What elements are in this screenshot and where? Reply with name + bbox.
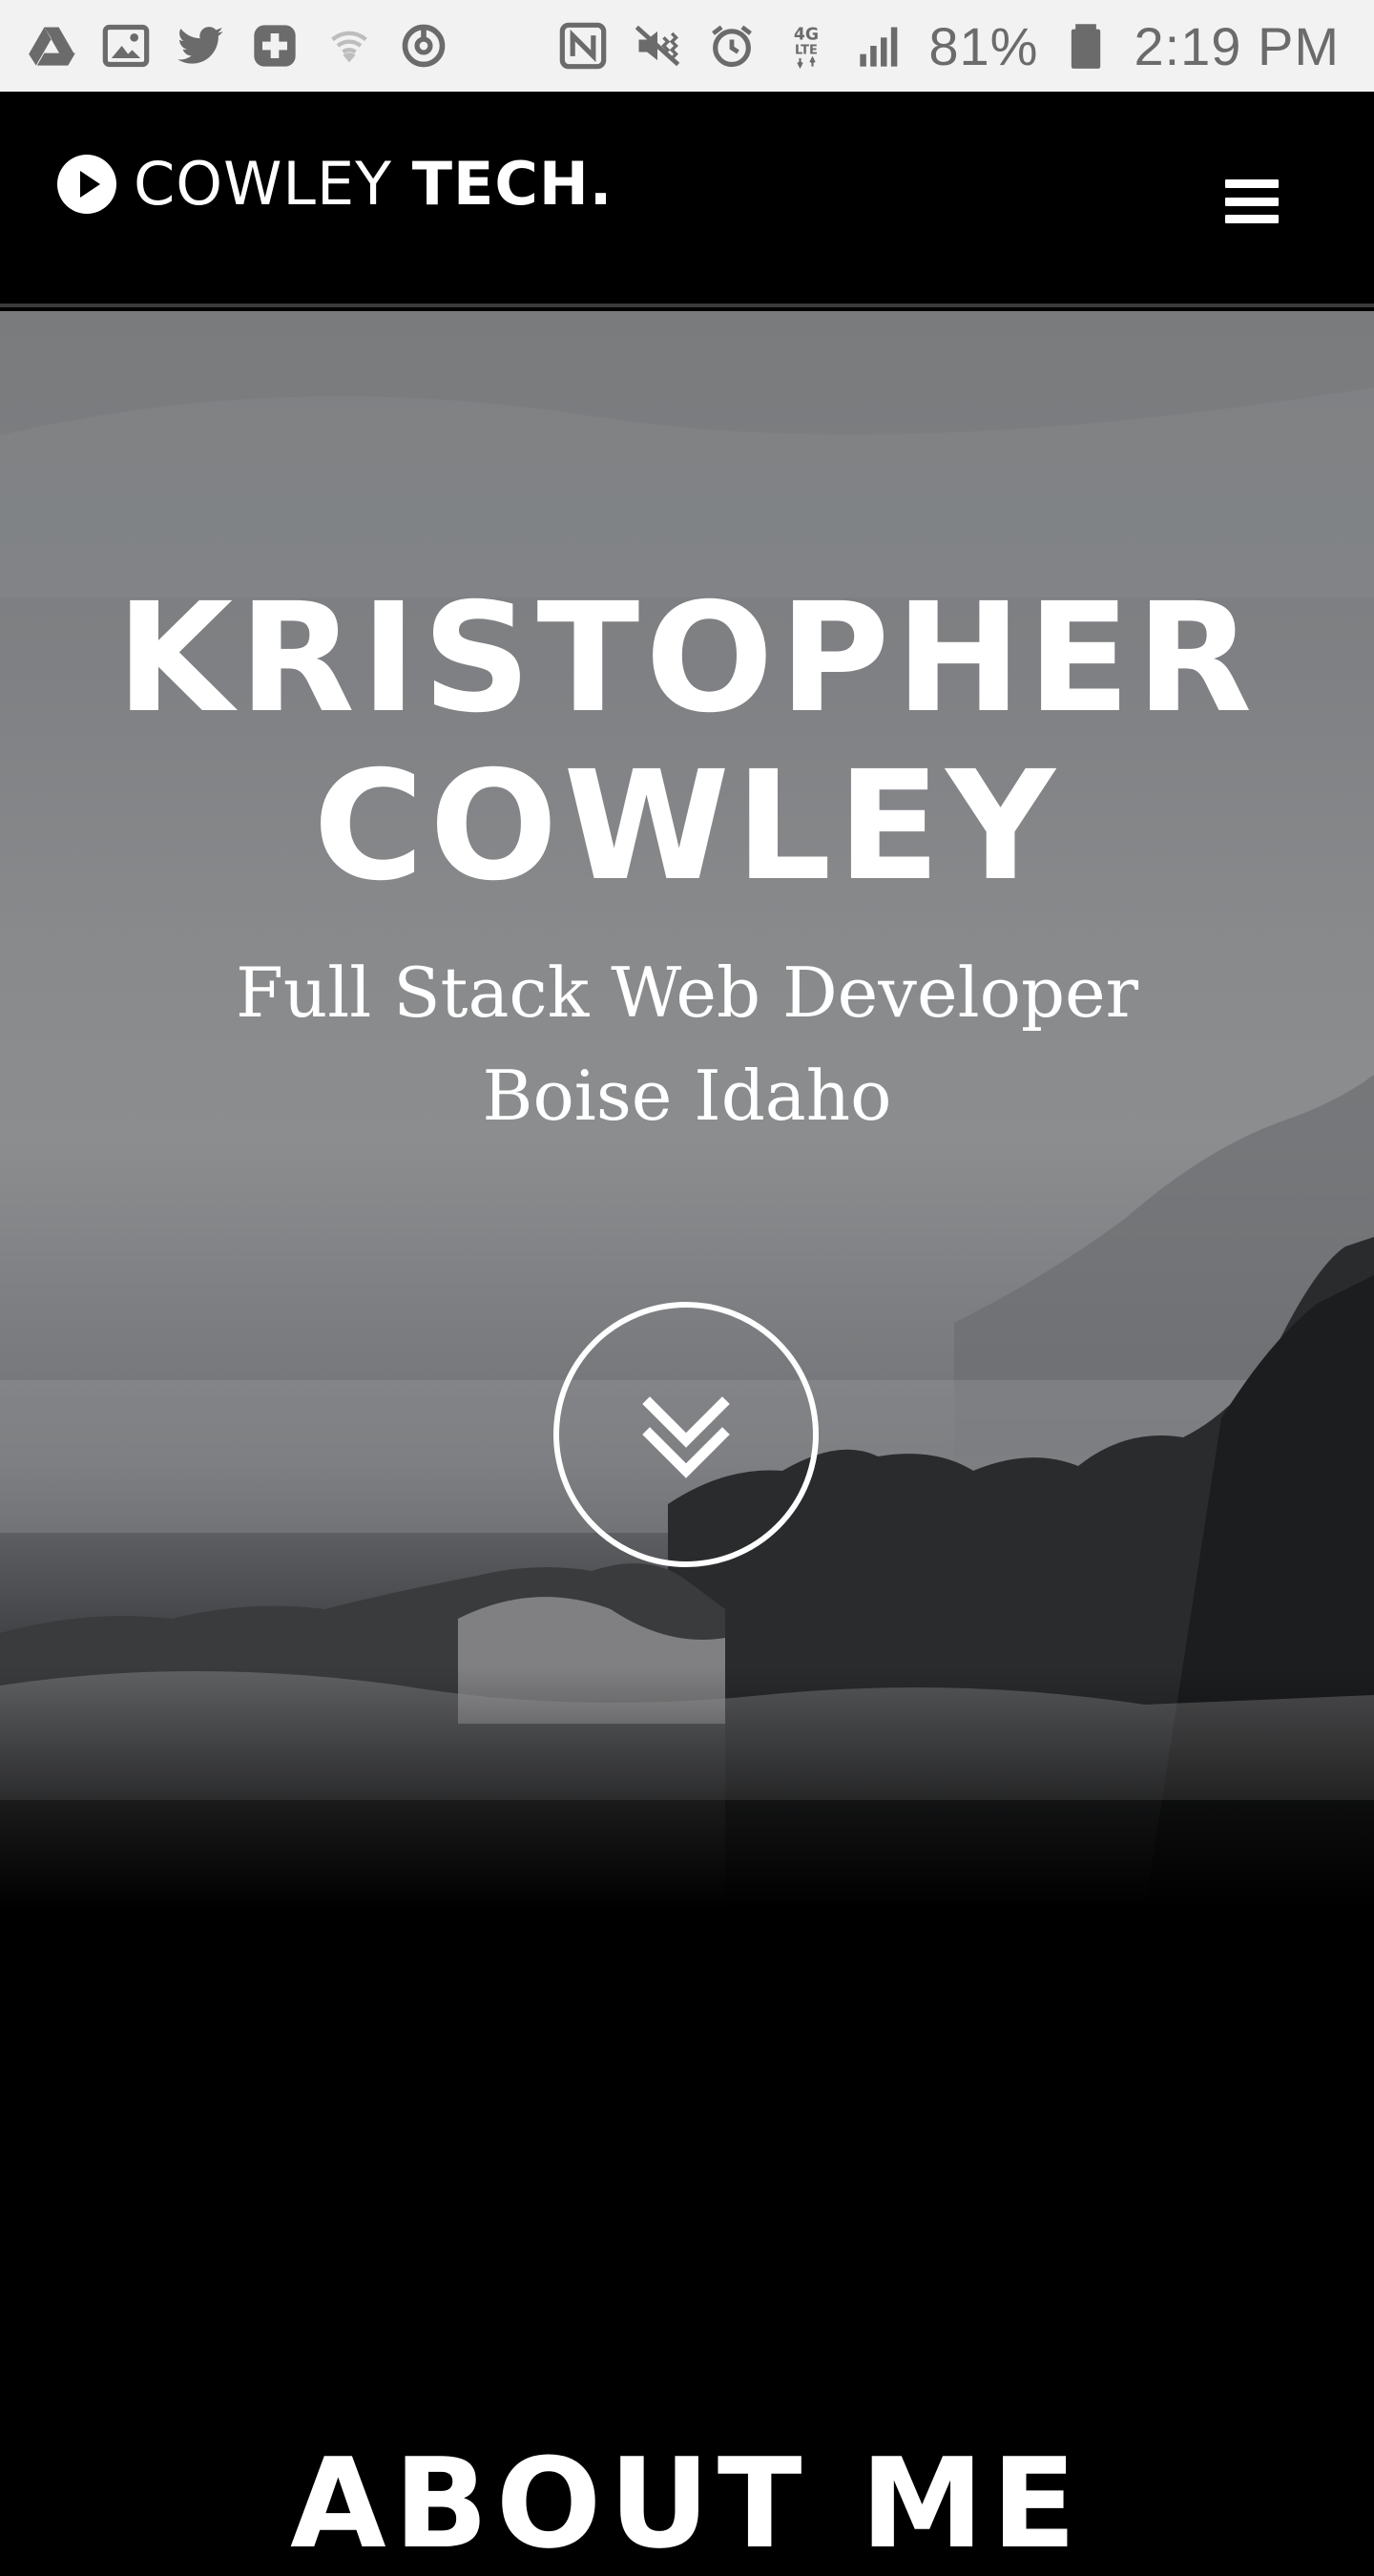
brand-name-bold: TECH. bbox=[411, 149, 614, 219]
hero-subtitle: Full Stack Web Developer Boise Idaho bbox=[0, 941, 1374, 1147]
svg-text:LTE: LTE bbox=[795, 44, 818, 58]
hero-title-line2: COWLEY bbox=[313, 738, 1061, 914]
menu-bar bbox=[1225, 179, 1279, 188]
menu-bar bbox=[1225, 197, 1279, 206]
site-header: COWLEY TECH. bbox=[0, 92, 1374, 307]
about-title: ABOUT ME bbox=[290, 2430, 1084, 2576]
menu-bar bbox=[1225, 215, 1279, 223]
sync-icon bbox=[397, 19, 450, 73]
double-chevron-down-icon bbox=[642, 1396, 730, 1478]
status-system-icons: 4G LTE 81% 2:19 PM bbox=[556, 15, 1340, 77]
drive-icon bbox=[25, 19, 78, 73]
hero-section: KRISTOPHER COWLEY Full Stack Web Develop… bbox=[0, 311, 1374, 1909]
health-plus-icon bbox=[248, 19, 302, 73]
mute-vibrate-icon bbox=[631, 19, 684, 73]
gallery-icon bbox=[99, 19, 153, 73]
status-bar: 4G LTE 81% 2:19 PM bbox=[0, 0, 1374, 92]
brand-home-link[interactable]: COWLEY TECH. bbox=[55, 153, 613, 216]
brand-name: COWLEY TECH. bbox=[134, 155, 613, 214]
wifi-icon bbox=[323, 19, 376, 73]
hamburger-menu-icon[interactable] bbox=[1225, 179, 1279, 223]
scroll-down-button[interactable] bbox=[553, 1302, 819, 1567]
brand-name-light: COWLEY bbox=[134, 149, 392, 219]
nfc-icon bbox=[556, 19, 610, 73]
hero-title-line1: KRISTOPHER bbox=[115, 570, 1259, 746]
lte-icon: 4G LTE bbox=[780, 19, 833, 73]
play-circle-icon bbox=[57, 155, 116, 214]
signal-icon bbox=[854, 19, 907, 73]
clock: 2:19 PM bbox=[1134, 15, 1340, 76]
hero-title: KRISTOPHER COWLEY bbox=[0, 575, 1374, 911]
svg-text:4G: 4G bbox=[794, 26, 819, 45]
hero-subtitle-role: Full Stack Web Developer bbox=[235, 953, 1139, 1033]
status-notification-icons bbox=[25, 19, 450, 73]
battery-percent: 81% bbox=[928, 15, 1039, 76]
about-section: ABOUT ME bbox=[0, 1909, 1374, 2575]
hero-subtitle-location: Boise Idaho bbox=[482, 1056, 892, 1136]
twitter-icon bbox=[174, 19, 227, 73]
alarm-icon bbox=[705, 19, 759, 73]
battery-icon bbox=[1059, 19, 1113, 73]
